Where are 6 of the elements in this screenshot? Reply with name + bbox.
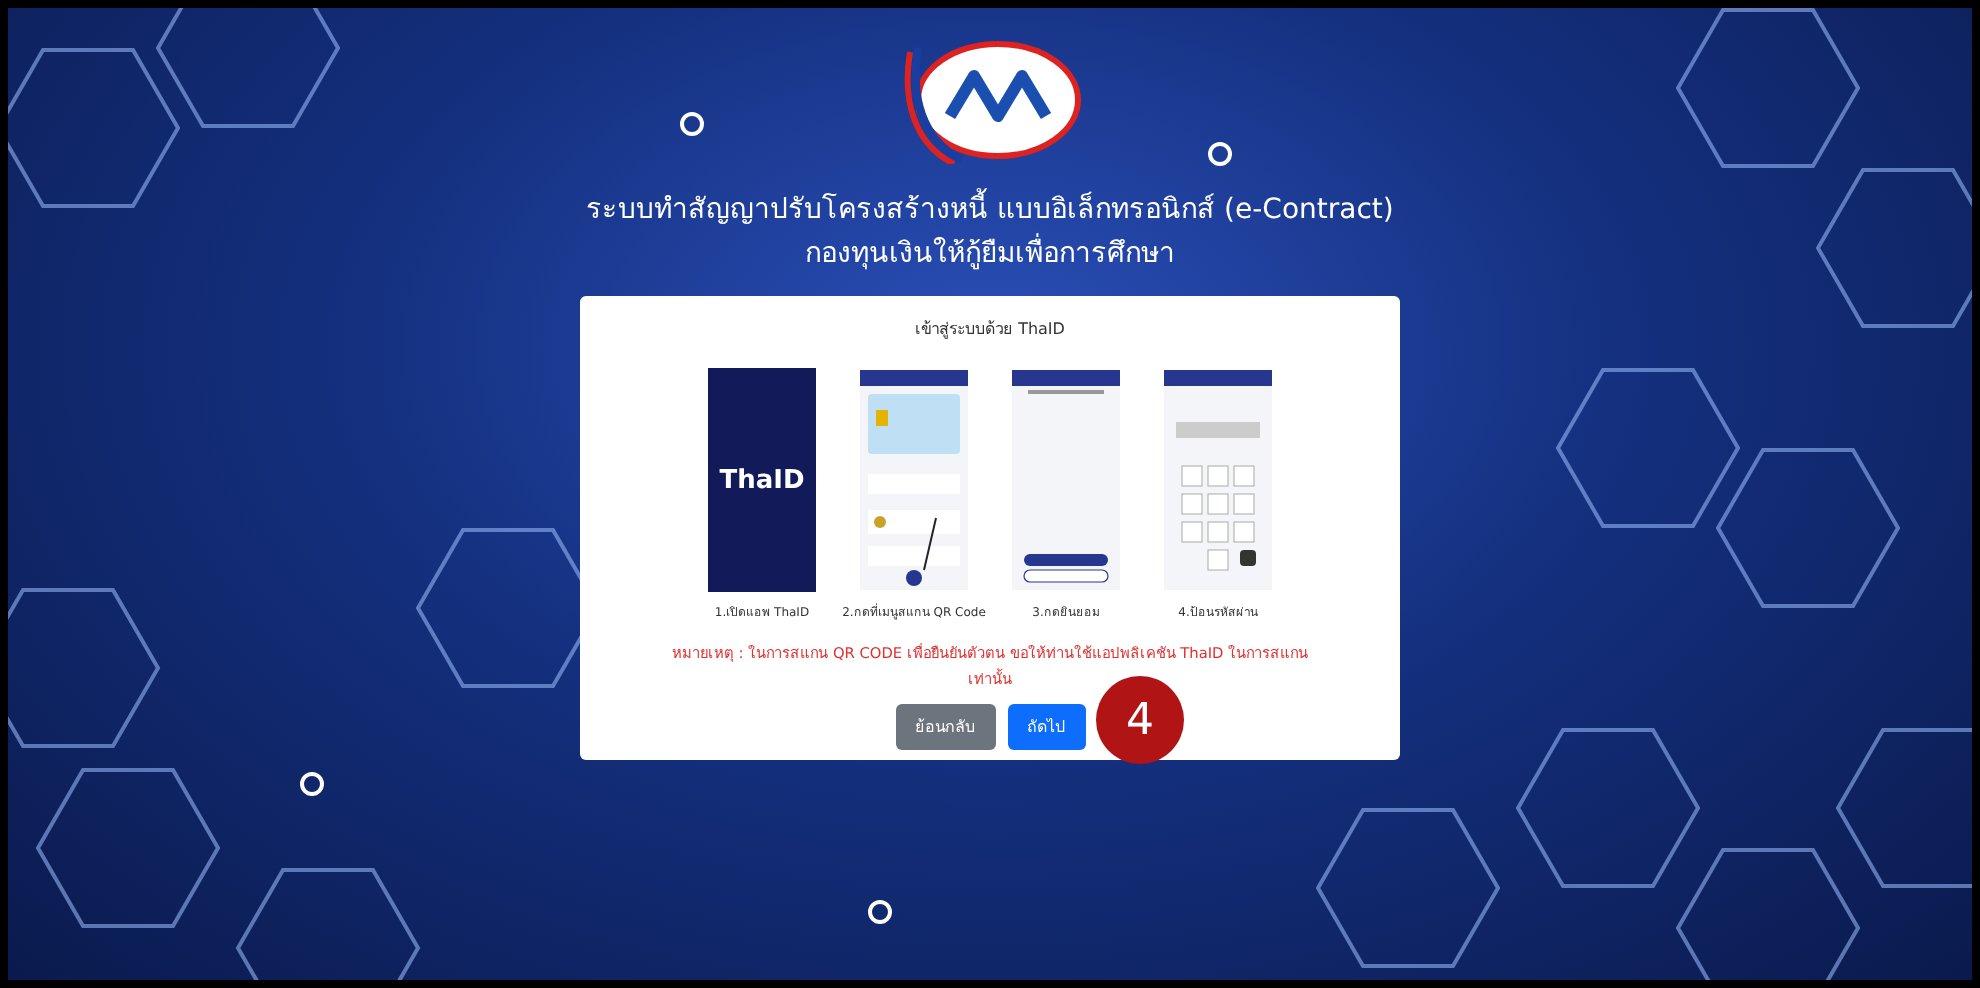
login-heading: เข้าสู่ระบบด้วย ThaID: [915, 318, 1065, 342]
app-logo-text: ThaID: [719, 465, 805, 495]
system-title: ระบบทำสัญญาปรับโครงสร้างหนี้ แบบอิเล็กทรอนิกส์ (e-Contract) กองทุนเงินให้กู้ยืมเพื่อการศึกษา: [586, 188, 1394, 276]
next-button[interactable]: ถัดไป: [1007, 704, 1085, 750]
back-button[interactable]: ย้อนกลับ: [895, 704, 995, 750]
step-number-badge: 4: [1096, 676, 1184, 764]
